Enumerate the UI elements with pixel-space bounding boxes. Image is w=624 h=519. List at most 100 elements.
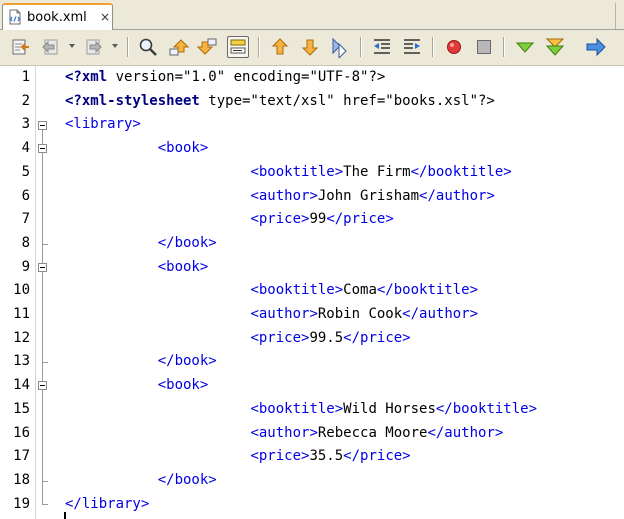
code-line[interactable]: </book> xyxy=(65,469,217,493)
xml-tag-token: </book> xyxy=(157,234,217,251)
start-macro-recording-button[interactable] xyxy=(443,36,465,58)
shift-left-button[interactable] xyxy=(371,36,393,58)
line-number: 8 xyxy=(21,234,30,251)
next-bookmark-icon xyxy=(301,39,319,56)
xml-tag-token: </price> xyxy=(343,448,411,465)
code-line[interactable]: <author>Rebecca Moore</author> xyxy=(65,422,503,446)
find-previous-button[interactable] xyxy=(167,36,189,58)
fold-collapse-toggle[interactable] xyxy=(38,262,47,272)
close-tab-button[interactable]: × xyxy=(100,10,110,24)
fold-end-marker xyxy=(42,243,48,245)
code-line[interactable]: <booktitle>The Firm</booktitle> xyxy=(65,161,511,185)
code-line[interactable]: <library> xyxy=(65,113,141,137)
toggle-highlight-search-button[interactable] xyxy=(227,36,249,58)
xml-tag-token: <book> xyxy=(157,258,209,275)
line-number-gutter: 1 2 3 4 5 6 7 8 9 10 11 12 13 14 15 16 17 18 19 xyxy=(0,66,36,519)
last-edit-button[interactable] xyxy=(10,36,32,58)
code-line[interactable]: <author>Robin Cook</author> xyxy=(65,303,478,327)
code-line[interactable]: </book> xyxy=(65,350,217,374)
find-next-button[interactable] xyxy=(197,36,219,58)
toolbar-separator xyxy=(258,37,260,57)
code-line[interactable]: <booktitle>Coma</booktitle> xyxy=(65,279,478,303)
toolbar-separator xyxy=(360,37,362,57)
line-number: 18 xyxy=(13,471,30,488)
tab-title: book.xml xyxy=(27,10,87,25)
code-line[interactable]: <price>99</price> xyxy=(65,208,394,232)
tab-book-xml[interactable]: book.xml × xyxy=(2,3,113,30)
back-dropdown-icon[interactable] xyxy=(68,42,76,50)
xml-tag-token: <library> xyxy=(65,116,141,133)
xml-tag-token: </author> xyxy=(402,306,479,322)
fold-collapse-toggle[interactable] xyxy=(38,120,47,130)
xml-tag-token: </booktitle> xyxy=(376,282,479,299)
toggle-bookmark-icon xyxy=(332,37,347,58)
previous-bookmark-button[interactable] xyxy=(269,36,291,58)
xml-file-icon xyxy=(7,9,23,25)
back-icon xyxy=(42,39,58,55)
find-previous-icon xyxy=(169,39,189,56)
code-line[interactable]: <price>99.5</price> xyxy=(65,327,410,351)
xml-tag-token: </price> xyxy=(326,211,394,228)
validate-xml-button[interactable] xyxy=(544,36,566,58)
line-number: 2 xyxy=(21,92,30,109)
xml-editor[interactable]: 1 2 3 4 5 6 7 8 9 10 11 12 13 14 15 16 17 18 19 <?xml vers… xyxy=(0,66,624,519)
code-text: Robin Cook xyxy=(317,306,403,322)
shift-right-button[interactable] xyxy=(401,36,423,58)
fold-collapse-toggle[interactable] xyxy=(38,381,47,391)
stop-macro-recording-button[interactable] xyxy=(473,36,495,58)
line-number: 12 xyxy=(13,329,30,346)
xml-tag-token: </author> xyxy=(419,187,495,204)
line-number: 9 xyxy=(21,258,30,275)
xml-tag-token: </book> xyxy=(157,353,217,370)
line-number: 6 xyxy=(21,187,30,204)
code-line[interactable]: <book> xyxy=(65,137,209,161)
find-selection-button[interactable] xyxy=(137,36,159,58)
back-button[interactable] xyxy=(40,36,62,58)
code-line[interactable]: </book> xyxy=(65,232,217,256)
code-line[interactable]: <?xml version="1.0" encoding="UTF-8"?> xyxy=(65,66,385,90)
code-text: 99 xyxy=(309,211,327,228)
xml-declaration-token: <?xml xyxy=(65,69,108,85)
forward-button[interactable] xyxy=(82,36,104,58)
line-number: 17 xyxy=(13,448,30,465)
xsl-transformation-button[interactable] xyxy=(585,36,607,58)
forward-dropdown-icon[interactable] xyxy=(111,42,119,50)
shift-right-icon xyxy=(404,39,420,54)
xml-tag-token: <price> xyxy=(250,448,310,465)
fold-collapse-toggle[interactable] xyxy=(38,144,47,154)
code-line[interactable]: <price>35.5</price> xyxy=(65,445,411,469)
shift-left-icon xyxy=(374,39,390,54)
code-line[interactable]: <book> xyxy=(65,256,209,280)
line-number: 10 xyxy=(13,282,30,299)
fold-end-marker xyxy=(42,480,48,482)
toolbar-separator xyxy=(127,37,129,57)
xml-tag-token: <price> xyxy=(250,329,310,346)
xml-tag-token: <author> xyxy=(250,306,318,322)
code-line[interactable]: <?xml-stylesheet type="text/xsl" href="b… xyxy=(65,90,495,114)
xml-tag-token: <book> xyxy=(157,377,209,394)
code-line[interactable]: </library> xyxy=(65,493,149,517)
code-text: version="1.0" encoding="UTF-8"?> xyxy=(107,69,386,85)
code-folding-margin xyxy=(36,66,54,519)
xml-declaration-token: <?xml-stylesheet xyxy=(65,92,200,109)
code-line[interactable]: <author>John Grisham</author> xyxy=(65,185,495,209)
text-caret xyxy=(64,512,66,519)
xml-tag-token: <booktitle> xyxy=(250,400,344,417)
code-line[interactable]: <book> xyxy=(65,374,209,398)
next-bookmark-button[interactable] xyxy=(299,36,321,58)
toggle-bookmark-button[interactable] xyxy=(329,36,351,58)
check-xml-button[interactable] xyxy=(514,36,536,58)
toggle-highlight-search-icon xyxy=(230,39,246,54)
code-line[interactable]: <booktitle>Wild Horses</booktitle> xyxy=(65,398,537,422)
line-number: 4 xyxy=(21,140,30,157)
line-number: 5 xyxy=(21,163,30,180)
